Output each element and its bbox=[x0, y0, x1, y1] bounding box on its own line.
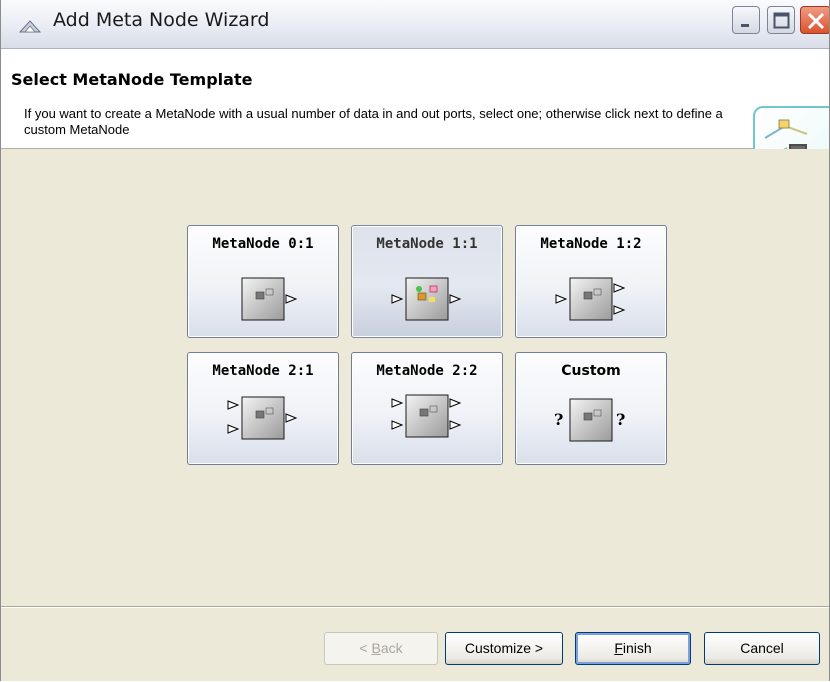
template-metanode-1-1[interactable]: MetaNode 1:1 bbox=[351, 225, 503, 338]
close-button[interactable] bbox=[800, 6, 829, 34]
button-bar-divider-highlight bbox=[1, 607, 829, 608]
custom-output-ports: ? bbox=[616, 410, 625, 429]
close-icon bbox=[807, 12, 825, 30]
template-label: MetaNode 1:2 bbox=[540, 236, 642, 252]
wizard-header: Select MetaNode Template If you want to … bbox=[1, 49, 829, 192]
template-metanode-0-1[interactable]: MetaNode 0:1 bbox=[187, 225, 339, 338]
metanode-custom-icon: ? ? bbox=[554, 398, 625, 442]
maximize-button[interactable] bbox=[767, 6, 795, 34]
window-title: Add Meta Node Wizard bbox=[53, 9, 270, 31]
template-metanode-2-1[interactable]: MetaNode 2:1 bbox=[187, 352, 339, 465]
metanode-2-1-icon bbox=[227, 396, 298, 440]
custom-input-ports: ? bbox=[554, 410, 563, 429]
minimize-icon bbox=[741, 24, 749, 27]
back-button-label: ack bbox=[380, 640, 403, 656]
back-button-mnemonic: B bbox=[371, 640, 381, 656]
minimize-button[interactable] bbox=[732, 6, 760, 34]
finish-button-label: inish bbox=[622, 640, 652, 656]
page-title: Select MetaNode Template bbox=[11, 70, 253, 89]
template-label: MetaNode 1:1 bbox=[376, 236, 478, 252]
finish-button-mnemonic: F bbox=[614, 640, 623, 656]
title-bar[interactable]: Add Meta Node Wizard bbox=[1, 0, 829, 49]
wizard-window: Add Meta Node Wizard Select MetaNode Tem… bbox=[0, 0, 830, 681]
page-description: If you want to create a MetaNode with a … bbox=[24, 106, 723, 137]
finish-button[interactable]: Finish bbox=[575, 632, 691, 665]
template-metanode-2-2[interactable]: MetaNode 2:2 bbox=[351, 352, 503, 465]
metanode-2-2-icon bbox=[391, 394, 462, 438]
back-button-prefix: < bbox=[359, 640, 372, 656]
template-panel: MetaNode 0:1 MetaNode 1:1 MetaNode 1:2 M… bbox=[1, 149, 829, 606]
back-button[interactable]: < Back bbox=[324, 632, 438, 665]
template-metanode-1-2[interactable]: MetaNode 1:2 bbox=[515, 225, 667, 338]
customize-button-label: Customize > bbox=[464, 640, 544, 656]
maximize-icon bbox=[773, 12, 790, 29]
cancel-button-label: Cancel bbox=[740, 640, 784, 656]
template-label: MetaNode 2:2 bbox=[376, 363, 478, 379]
metanode-0-1-icon bbox=[241, 277, 298, 321]
metanode-1-1-icon bbox=[391, 277, 462, 321]
template-label: Custom bbox=[561, 363, 621, 379]
template-label: MetaNode 0:1 bbox=[212, 236, 314, 252]
template-label: MetaNode 2:1 bbox=[212, 363, 314, 379]
cancel-button[interactable]: Cancel bbox=[704, 632, 820, 665]
template-custom[interactable]: Custom ? ? bbox=[515, 352, 667, 465]
metanode-1-2-icon bbox=[555, 277, 626, 321]
customize-button[interactable]: Customize > bbox=[445, 632, 563, 665]
knime-wizard-icon bbox=[19, 20, 41, 33]
